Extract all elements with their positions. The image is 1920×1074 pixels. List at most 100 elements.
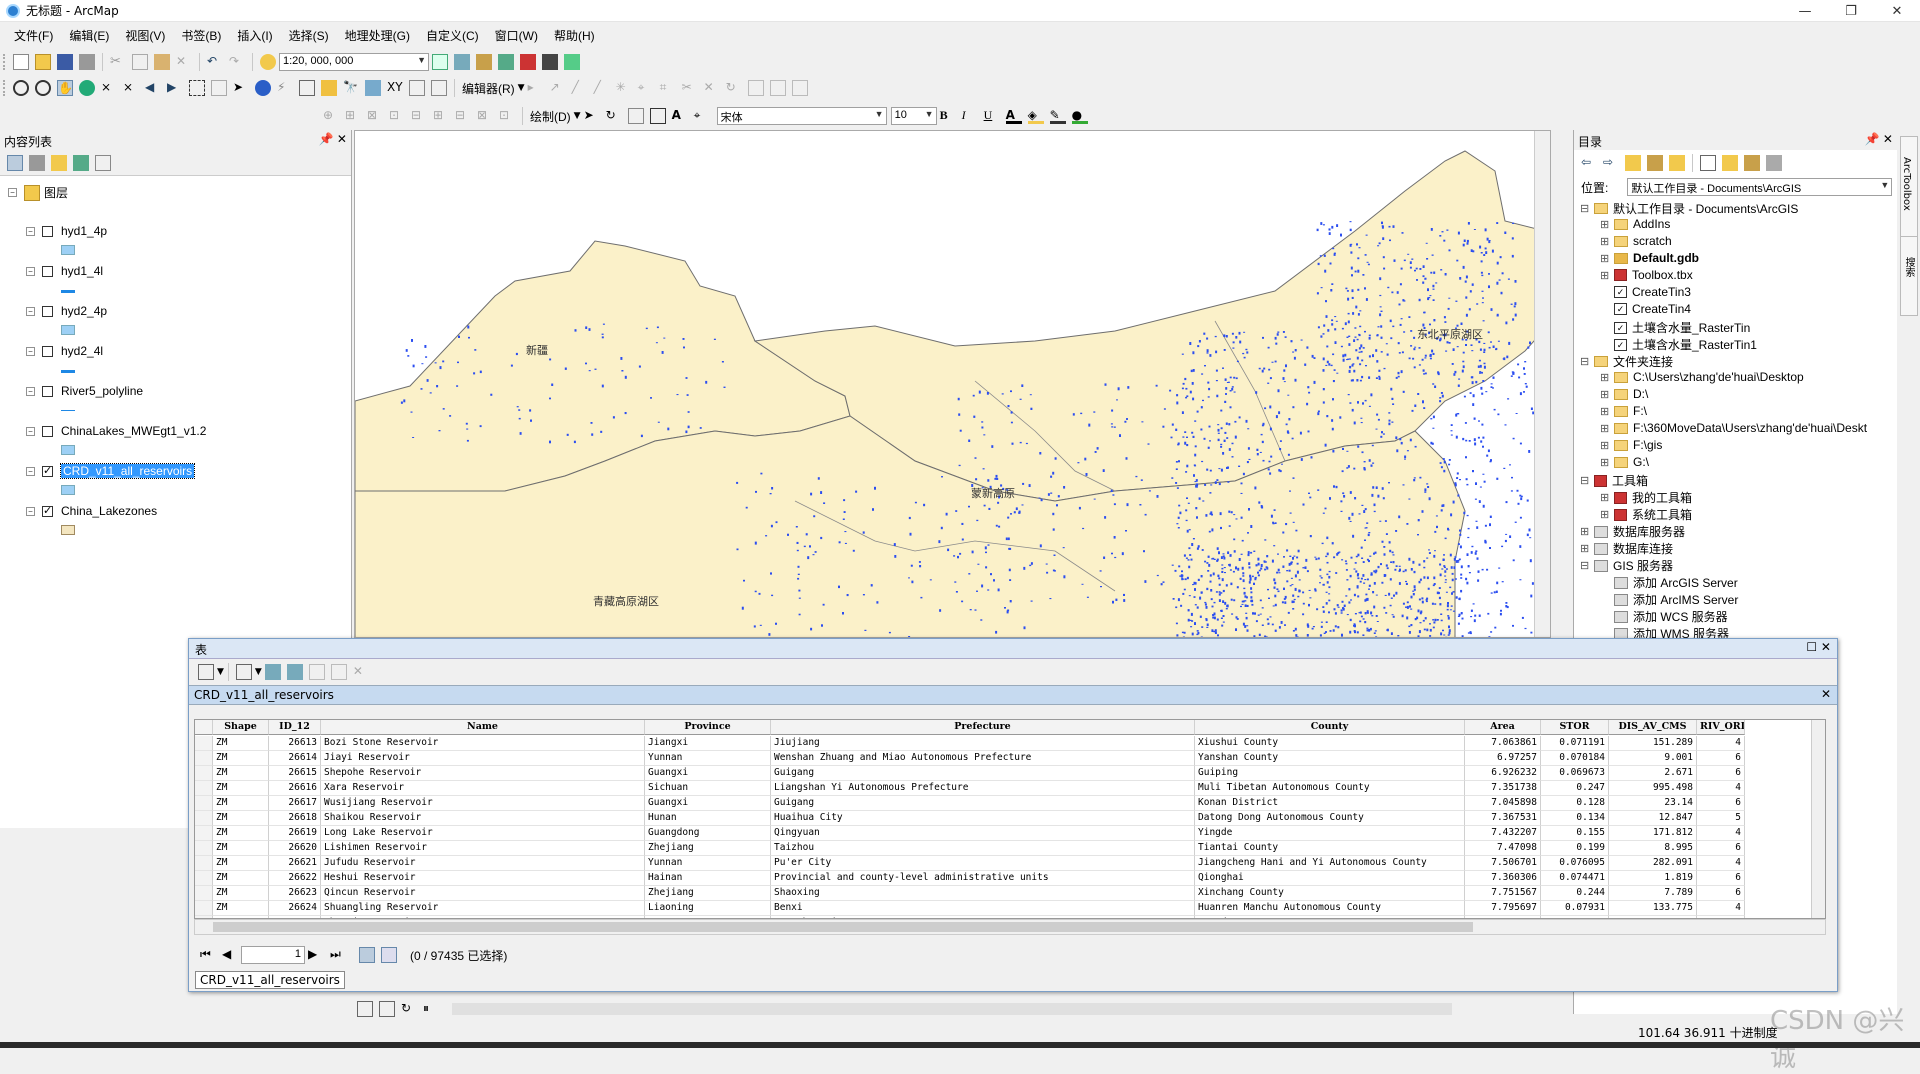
- table-cell[interactable]: Guangxi: [645, 796, 771, 811]
- layer-name[interactable]: China_Lakezones: [61, 504, 157, 518]
- table-cell[interactable]: ZM: [213, 811, 269, 826]
- table-cell[interactable]: 0.199: [1541, 841, 1609, 856]
- expand-icon[interactable]: ⊞: [1600, 252, 1614, 265]
- layer-item[interactable]: −River5_polyline: [26, 384, 143, 398]
- close-icon[interactable]: ✕: [1821, 687, 1831, 701]
- expand-icon[interactable]: ⊞: [1600, 422, 1614, 435]
- table-cell[interactable]: 7.432207: [1465, 826, 1541, 841]
- column-header[interactable]: County: [1195, 720, 1465, 735]
- table-cell[interactable]: ZM: [213, 856, 269, 871]
- layer-visibility-checkbox[interactable]: [42, 386, 53, 397]
- table-cell[interactable]: Qionghai: [1195, 871, 1465, 886]
- table-cell[interactable]: 0.07931: [1541, 901, 1609, 916]
- catalog-item[interactable]: ⊞scratch: [1600, 234, 1672, 248]
- layer-visibility-checkbox[interactable]: [42, 346, 53, 357]
- catalog-item[interactable]: ⊟默认工作目录 - Documents\ArcGIS: [1580, 200, 1798, 217]
- table-cell[interactable]: Huaihua City: [771, 811, 1195, 826]
- collapse-icon[interactable]: −: [26, 467, 35, 476]
- catalog-item[interactable]: ✓CreateTin3: [1600, 285, 1691, 299]
- table-cell[interactable]: 26623: [269, 886, 321, 901]
- list-by-drawing-order-icon[interactable]: [7, 155, 23, 171]
- scrollbar-thumb[interactable]: [213, 922, 1473, 932]
- row-selector[interactable]: [195, 751, 213, 766]
- table-row[interactable]: ZM26622Heshui ReservoirHainanProvincial …: [195, 871, 1745, 886]
- table-cell[interactable]: Wenshan Zhuang and Miao Autonomous Prefe…: [771, 751, 1195, 766]
- column-header[interactable]: RIV_ORD: [1697, 720, 1745, 735]
- italic-button[interactable]: I: [962, 108, 978, 124]
- table-cell[interactable]: 26624: [269, 901, 321, 916]
- text-icon[interactable]: A: [672, 108, 688, 124]
- table-cell[interactable]: 995.498: [1609, 781, 1697, 796]
- layer-visibility-checkbox[interactable]: [42, 426, 53, 437]
- catalog-item[interactable]: ⊞F:\: [1600, 404, 1647, 418]
- column-header[interactable]: Name: [321, 720, 645, 735]
- expand-icon[interactable]: ⊞: [1600, 508, 1614, 521]
- connect-to-server-icon[interactable]: [1766, 155, 1782, 171]
- georef-icon[interactable]: ⊕: [323, 108, 339, 124]
- table-cell[interactable]: 0.128: [1541, 796, 1609, 811]
- views-icon[interactable]: [1700, 155, 1716, 171]
- table-cell[interactable]: 6: [1697, 796, 1745, 811]
- table-cell[interactable]: Huanren Manchu Autonomous County: [1195, 901, 1465, 916]
- table-cell[interactable]: 6: [1697, 871, 1745, 886]
- table-cell[interactable]: ZM: [213, 871, 269, 886]
- cut-icon[interactable]: ✂: [110, 54, 126, 70]
- map-horizontal-scrollbar[interactable]: [452, 1003, 1452, 1015]
- table-cell[interactable]: ZM: [213, 766, 269, 781]
- toolbar-grip[interactable]: [3, 54, 7, 70]
- table-cell[interactable]: Jiangcheng Hani and Yi Autonomous County: [1195, 856, 1465, 871]
- align-icon[interactable]: ⊡: [389, 108, 405, 124]
- table-cell[interactable]: 0.244: [1541, 886, 1609, 901]
- table-cell[interactable]: 26620: [269, 841, 321, 856]
- html-popup-icon[interactable]: [299, 80, 315, 96]
- row-selector[interactable]: [195, 781, 213, 796]
- row-selector[interactable]: [195, 841, 213, 856]
- marker-color-icon[interactable]: ●: [1072, 108, 1088, 124]
- select-elements-icon[interactable]: ➤: [584, 108, 600, 124]
- row-selector[interactable]: [195, 736, 213, 751]
- table-cell[interactable]: 6.97257: [1465, 751, 1541, 766]
- table-cell[interactable]: Guigang: [771, 796, 1195, 811]
- table-cell[interactable]: ZM: [213, 826, 269, 841]
- close-button[interactable]: ✕: [1874, 0, 1920, 22]
- delete-icon[interactable]: ✕: [176, 54, 192, 70]
- table-cell[interactable]: Xara Reservoir: [321, 781, 645, 796]
- table-cell[interactable]: 26622: [269, 871, 321, 886]
- save-icon[interactable]: [57, 54, 73, 70]
- switch-selection-icon[interactable]: [287, 664, 303, 680]
- table-cell[interactable]: 8.995: [1609, 841, 1697, 856]
- layer-name[interactable]: River5_polyline: [61, 384, 143, 398]
- table-cell[interactable]: 0.070184: [1541, 751, 1609, 766]
- table-cell[interactable]: 4: [1697, 826, 1745, 841]
- table-cell[interactable]: 0.134: [1541, 811, 1609, 826]
- rotate-element-icon[interactable]: ↻: [606, 108, 622, 124]
- column-header[interactable]: ID_12: [269, 720, 321, 735]
- up-one-level-icon[interactable]: [1625, 155, 1641, 171]
- delete-selected-icon[interactable]: ✕: [353, 664, 369, 680]
- column-header[interactable]: STOR: [1541, 720, 1609, 735]
- table-cell[interactable]: ZM: [213, 751, 269, 766]
- table-cell[interactable]: 26619: [269, 826, 321, 841]
- layer-visibility-checkbox[interactable]: [42, 506, 53, 517]
- table-cell[interactable]: 7.367531: [1465, 811, 1541, 826]
- end-point-arc-icon[interactable]: ╱: [594, 80, 610, 96]
- layer-item[interactable]: −hyd1_4l: [26, 264, 103, 278]
- table-cell[interactable]: 4: [1697, 856, 1745, 871]
- table-cell[interactable]: 0.247: [1541, 781, 1609, 796]
- rectangle-icon[interactable]: [650, 108, 666, 124]
- catalog-item[interactable]: ⊞系统工具箱: [1600, 506, 1692, 523]
- edit-annotation-icon[interactable]: ↗: [550, 80, 566, 96]
- layer-visibility-checkbox[interactable]: [42, 306, 53, 317]
- menu-insert[interactable]: 插入(I): [229, 27, 280, 44]
- group-icon[interactable]: ⊞: [433, 108, 449, 124]
- open-folder-icon[interactable]: [35, 54, 51, 70]
- catalog-item[interactable]: ⊞F:\gis: [1600, 438, 1662, 452]
- column-header[interactable]: Shape: [213, 720, 269, 735]
- data-view-icon[interactable]: [357, 1001, 373, 1017]
- table-cell[interactable]: 4: [1697, 901, 1745, 916]
- fill-color-icon[interactable]: ◈: [1028, 108, 1044, 124]
- toc-pin-close[interactable]: 📌 ✕: [319, 132, 347, 146]
- table-cell[interactable]: 7.789: [1609, 886, 1697, 901]
- table-cell[interactable]: Hainan: [645, 871, 771, 886]
- table-horizontal-scrollbar[interactable]: [194, 919, 1826, 935]
